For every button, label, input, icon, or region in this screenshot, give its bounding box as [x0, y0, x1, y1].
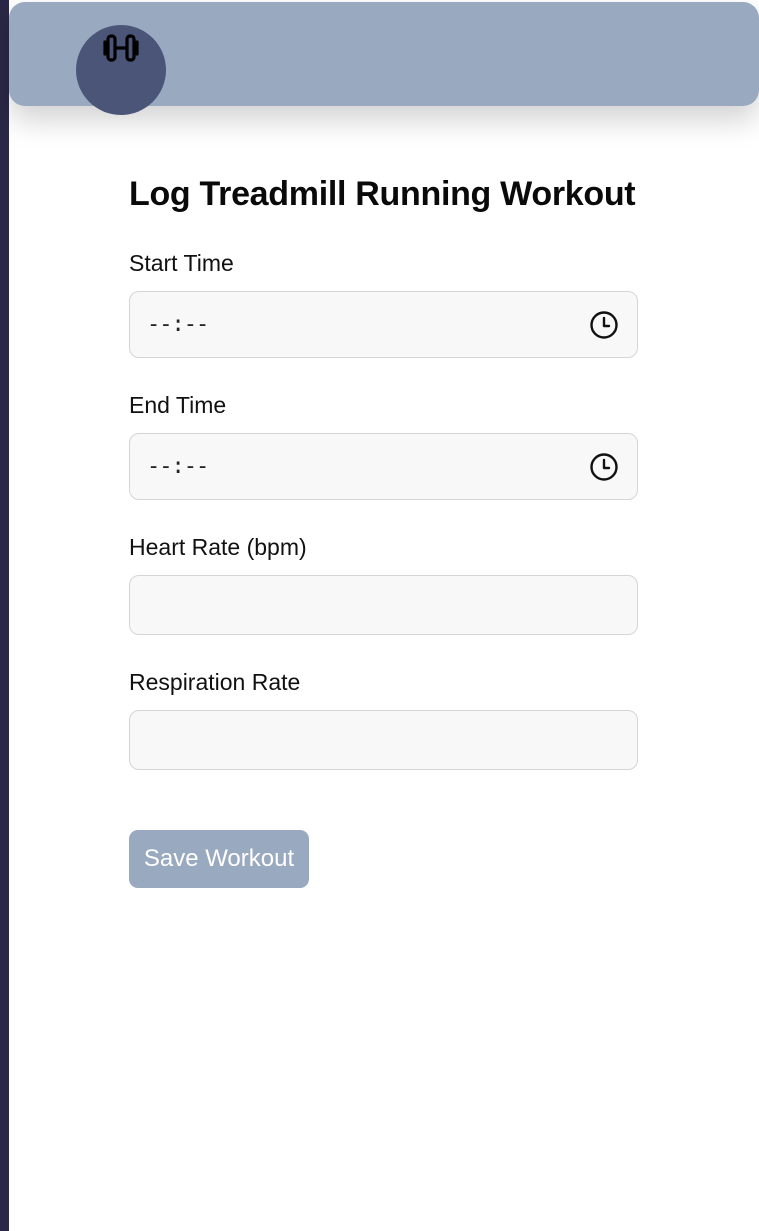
clock-icon[interactable] — [588, 309, 620, 341]
start-time-value: --:-- — [147, 312, 209, 337]
end-time-input[interactable]: --:-- — [129, 433, 638, 500]
end-time-value: --:-- — [147, 454, 209, 479]
dumbbell-icon — [101, 28, 141, 73]
clock-icon[interactable] — [588, 451, 620, 483]
nav-workouts-button[interactable] — [76, 10, 166, 100]
respiration-rate-input[interactable] — [129, 710, 638, 770]
workout-form: Log Treadmill Running Workout Start Time… — [129, 170, 638, 888]
end-time-label: End Time — [129, 392, 227, 418]
start-time-input[interactable]: --:-- — [129, 291, 638, 358]
heart-rate-label: Heart Rate (bpm) — [129, 534, 307, 560]
respiration-rate-label: Respiration Rate — [129, 669, 301, 695]
heart-rate-input[interactable] — [129, 575, 638, 635]
save-workout-button[interactable]: Save Workout — [129, 830, 309, 888]
page-title: Log Treadmill Running Workout — [129, 175, 636, 213]
start-time-label: Start Time — [129, 250, 234, 276]
